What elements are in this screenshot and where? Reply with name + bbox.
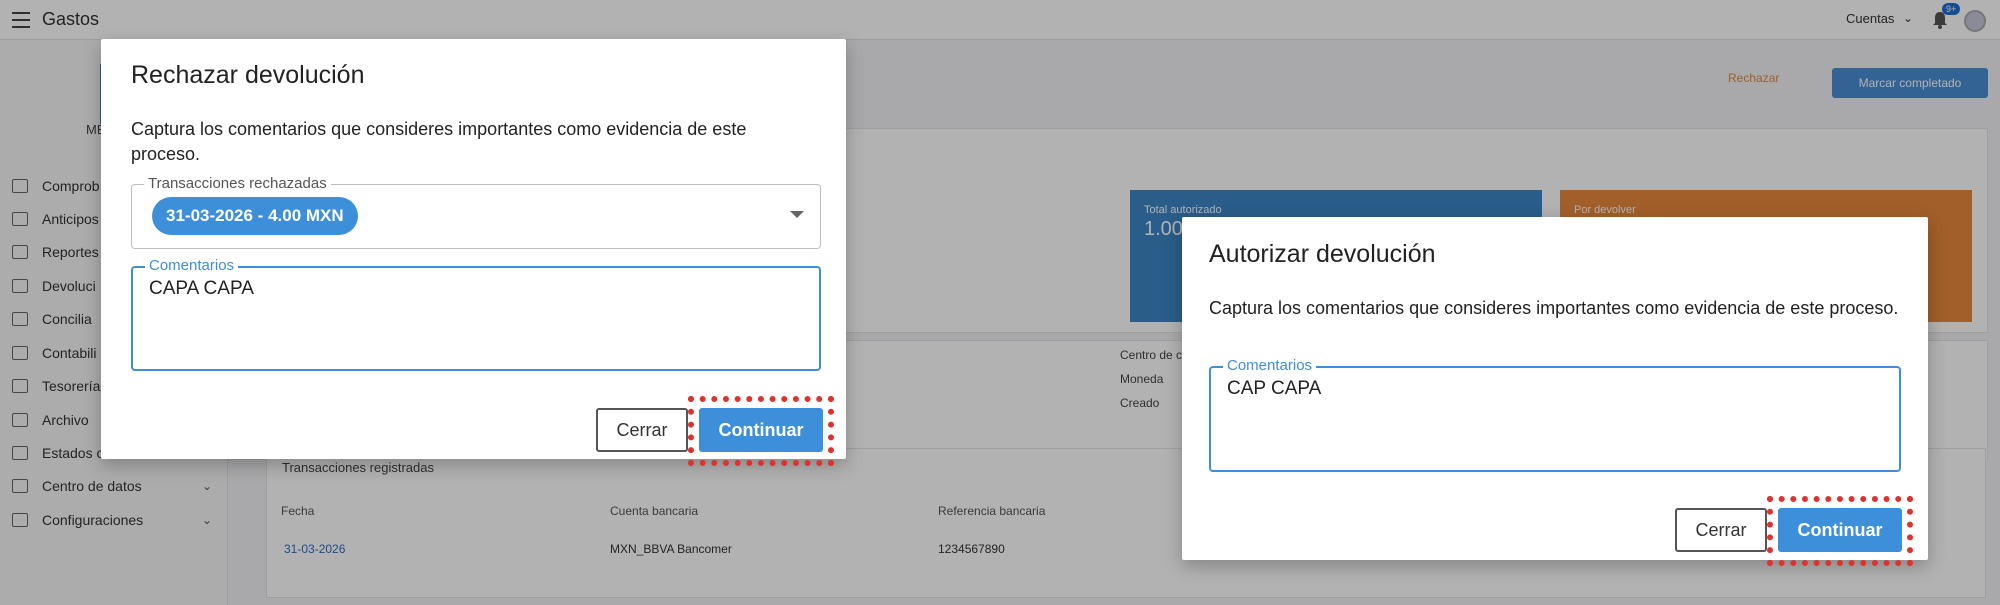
- authorize-dialog: Autorizar devolución Captura los comenta…: [1182, 217, 1928, 566]
- field-label: Transacciones rechazadas: [144, 175, 331, 192]
- close-button[interactable]: Cerrar: [596, 408, 688, 452]
- dialog-title: Autorizar devolución: [1209, 240, 1436, 268]
- dropdown-arrow-icon[interactable]: [790, 211, 804, 218]
- comments-value[interactable]: CAP CAPA: [1227, 378, 1321, 400]
- field-label: Comentarios: [1223, 357, 1317, 374]
- comments-field[interactable]: Comentarios CAP CAPA: [1209, 357, 1901, 472]
- transaction-chip[interactable]: 31-03-2026 - 4.00 MXN: [152, 197, 358, 235]
- dialog-description: Captura los comentarios que consideres i…: [1209, 298, 1899, 318]
- close-button[interactable]: Cerrar: [1675, 508, 1767, 552]
- dialog-description: Captura los comentarios que consideres i…: [131, 119, 747, 164]
- reject-dialog: Rechazar devolución Captura los comentar…: [101, 39, 846, 466]
- comments-value[interactable]: CAPA CAPA: [149, 278, 254, 300]
- highlight-box: [688, 396, 834, 466]
- comments-field[interactable]: Comentarios CAPA CAPA: [131, 257, 821, 371]
- highlight-box: [1767, 496, 1913, 566]
- field-label: Comentarios: [145, 257, 239, 274]
- dialog-title: Rechazar devolución: [131, 61, 365, 89]
- rejected-transactions-select[interactable]: Transacciones rechazadas 31-03-2026 - 4.…: [131, 175, 821, 249]
